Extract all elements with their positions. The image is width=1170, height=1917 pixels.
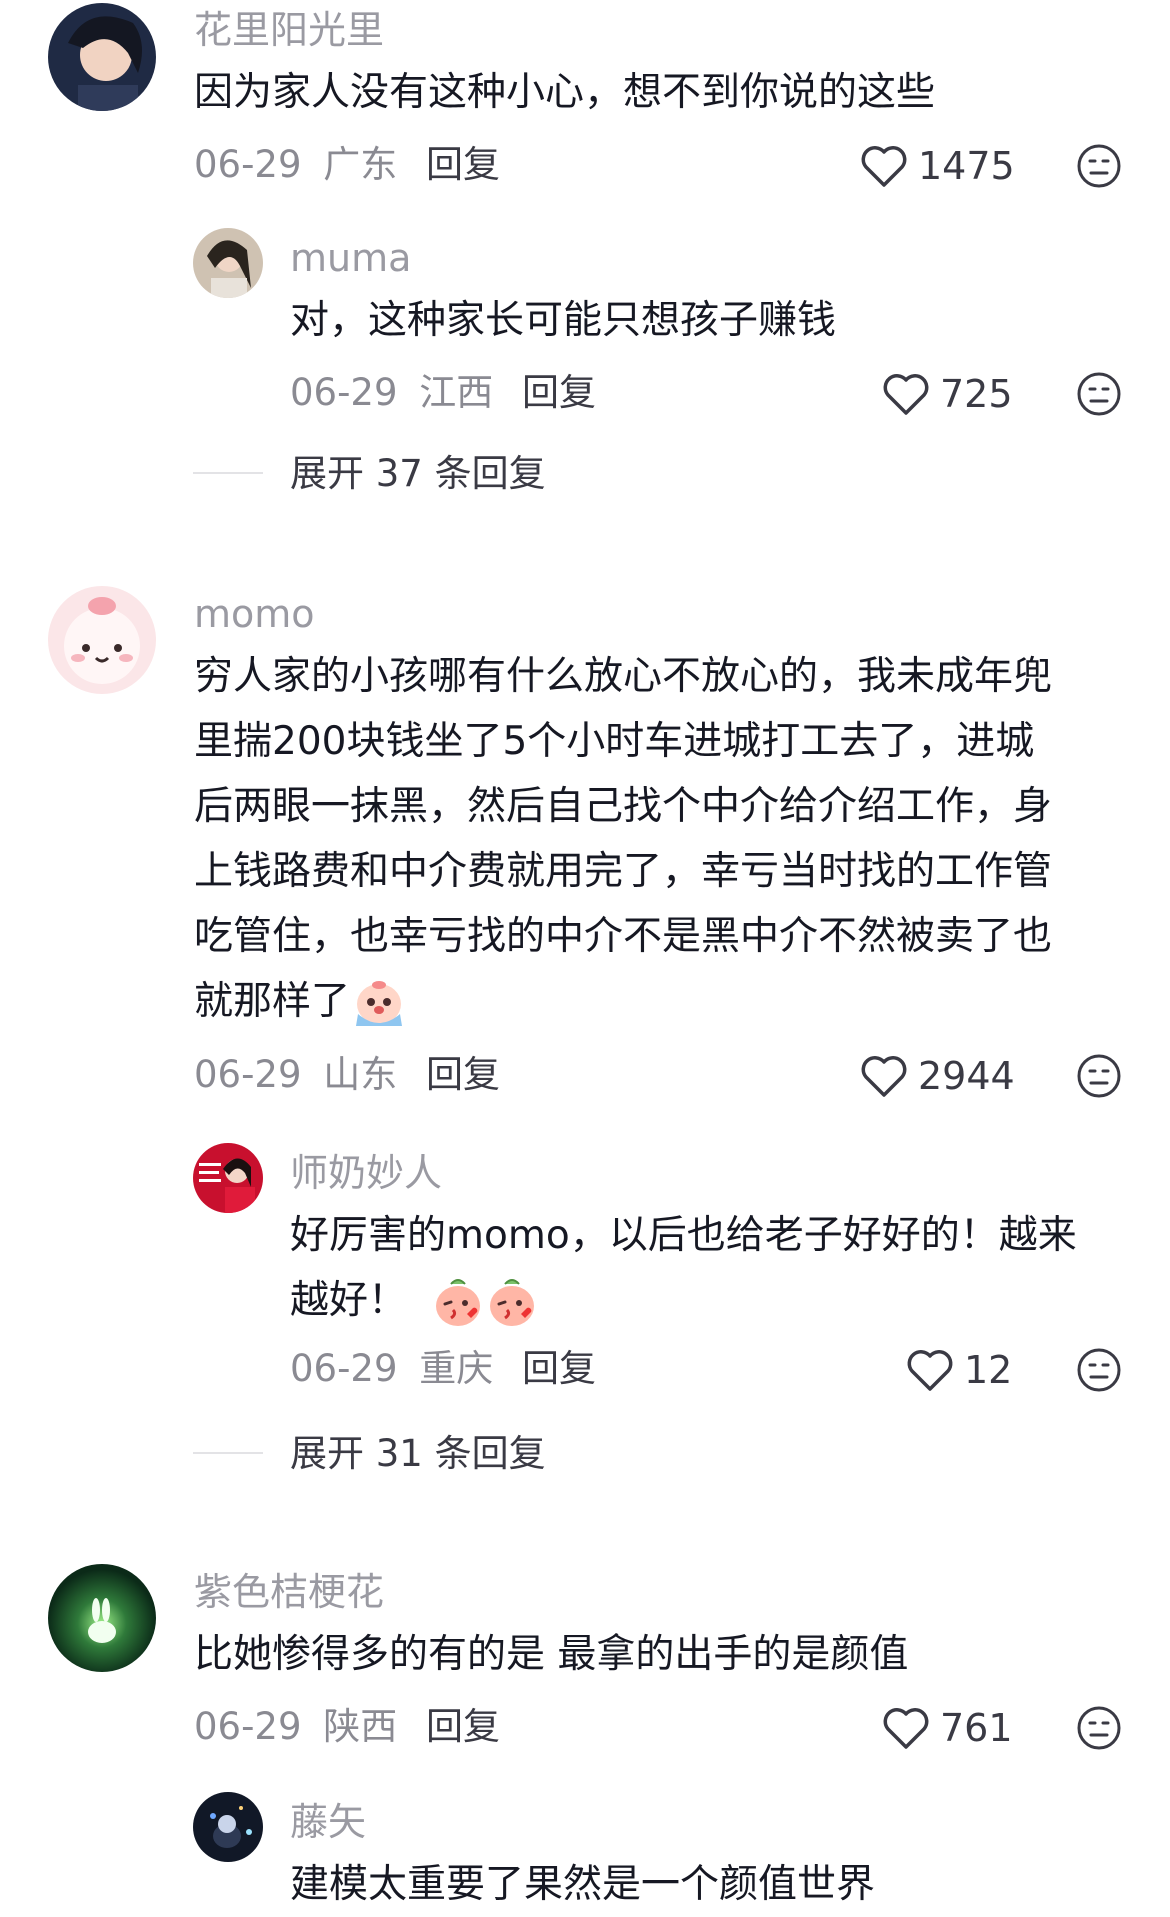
text-line-last: 越好！ <box>290 1268 1077 1333</box>
comment-text: 比她惨得多的有的是 最拿的出手的是颜值 <box>194 1632 909 1677</box>
expand-replies-button[interactable]: 展开 37 条回复 <box>290 450 546 498</box>
text-line: 越好！ <box>290 1278 408 1323</box>
text-line: 穷人家的小孩哪有什么放心不放心的，我未成年兜 <box>194 654 1053 699</box>
crying-face-emoji <box>356 980 403 1026</box>
username[interactable]: muma <box>290 234 411 282</box>
text-line: 后两眼一抹黑，然后自己找个中介给介绍工作，身 <box>194 784 1053 829</box>
like-button[interactable]: 12 <box>906 1346 1012 1394</box>
like-count: 2944 <box>918 1054 1015 1098</box>
meh-face-icon[interactable] <box>1076 143 1122 189</box>
meh-face-icon[interactable] <box>1076 1705 1122 1751</box>
comment-date: 06-29 广东 <box>194 141 397 189</box>
like-button[interactable]: 761 <box>882 1704 1013 1752</box>
heart-outline-icon <box>861 146 907 187</box>
heart-outline-icon <box>883 1708 929 1749</box>
reply-text: 对，这种家长可能只想孩子赚钱 <box>290 298 837 343</box>
text-line: 里揣200块钱坐了5个小时车进城打工去了，进城 <box>194 719 1035 764</box>
avatar[interactable] <box>48 586 156 694</box>
heart-outline-icon <box>907 1350 953 1391</box>
text-line: 吃管住，也幸亏找的中介不是黑中介不然被卖了也 <box>194 914 1053 959</box>
location: 重庆 <box>419 1347 494 1390</box>
location: 陕西 <box>323 1705 398 1748</box>
location: 广东 <box>323 143 398 186</box>
like-button[interactable]: 1475 <box>860 142 1015 190</box>
username[interactable]: 花里阳光里 <box>194 6 384 54</box>
reply-text: 建模太重要了果然是一个颜值世界 <box>290 1862 876 1907</box>
text-line-last: 就那样了 <box>194 969 1052 1034</box>
heart-outline-icon <box>861 1056 907 1097</box>
meh-face-icon[interactable] <box>1076 1053 1122 1099</box>
username[interactable]: 藤矢 <box>290 1798 366 1846</box>
meh-face-icon[interactable] <box>1076 371 1122 417</box>
date: 06-29 <box>194 1705 302 1748</box>
avatar[interactable] <box>48 3 156 111</box>
kiss-face-emoji <box>490 1278 535 1326</box>
expand-divider <box>193 1452 263 1454</box>
like-button[interactable]: 725 <box>882 370 1013 418</box>
date: 06-29 <box>194 1053 302 1096</box>
date: 06-29 <box>290 1347 398 1390</box>
like-count: 12 <box>964 1348 1013 1392</box>
reply-button[interactable]: 回复 <box>426 1703 500 1751</box>
location: 江西 <box>419 371 494 414</box>
comment-text: 因为家人没有这种小心，想不到你说的这些 <box>194 70 936 115</box>
avatar[interactable] <box>193 1143 263 1213</box>
comment-date: 06-29 陕西 <box>194 1703 397 1751</box>
comment-date: 06-29 山东 <box>194 1051 397 1099</box>
username[interactable]: momo <box>194 590 315 638</box>
location: 山东 <box>323 1053 398 1096</box>
avatar[interactable] <box>193 228 263 298</box>
like-count: 725 <box>940 372 1013 416</box>
reply-button[interactable]: 回复 <box>426 141 500 189</box>
reply-button[interactable]: 回复 <box>426 1051 500 1099</box>
reply-button[interactable]: 回复 <box>522 369 596 417</box>
text-line: 上钱路费和中介费就用完了，幸亏当时找的工作管 <box>194 849 1053 894</box>
reply-date: 06-29 江西 <box>290 369 493 417</box>
reply-button[interactable]: 回复 <box>522 1345 596 1393</box>
avatar[interactable] <box>48 1564 156 1672</box>
meh-face-icon[interactable] <box>1076 1347 1122 1393</box>
expand-replies-button[interactable]: 展开 31 条回复 <box>290 1430 546 1478</box>
comment-text: 穷人家的小孩哪有什么放心不放心的，我未成年兜 里揣200块钱坐了5个小时车进城打… <box>194 644 1052 1034</box>
reply-date: 06-29 重庆 <box>290 1345 493 1393</box>
heart-outline-icon <box>883 374 929 415</box>
username[interactable]: 紫色桔梗花 <box>194 1568 384 1616</box>
text-line: 好厉害的momo，以后也给老子好好的！越来 <box>290 1213 1077 1258</box>
reply-text: 好厉害的momo，以后也给老子好好的！越来 越好！ <box>290 1203 1077 1333</box>
date: 06-29 <box>194 143 302 186</box>
avatar[interactable] <box>193 1792 263 1862</box>
expand-divider <box>193 472 263 474</box>
kiss-face-emoji <box>436 1278 481 1326</box>
username[interactable]: 师奶妙人 <box>290 1149 442 1197</box>
date: 06-29 <box>290 371 398 414</box>
like-count: 761 <box>940 1706 1013 1750</box>
text-line: 就那样了 <box>194 979 351 1024</box>
like-button[interactable]: 2944 <box>860 1052 1015 1100</box>
like-count: 1475 <box>918 144 1015 188</box>
